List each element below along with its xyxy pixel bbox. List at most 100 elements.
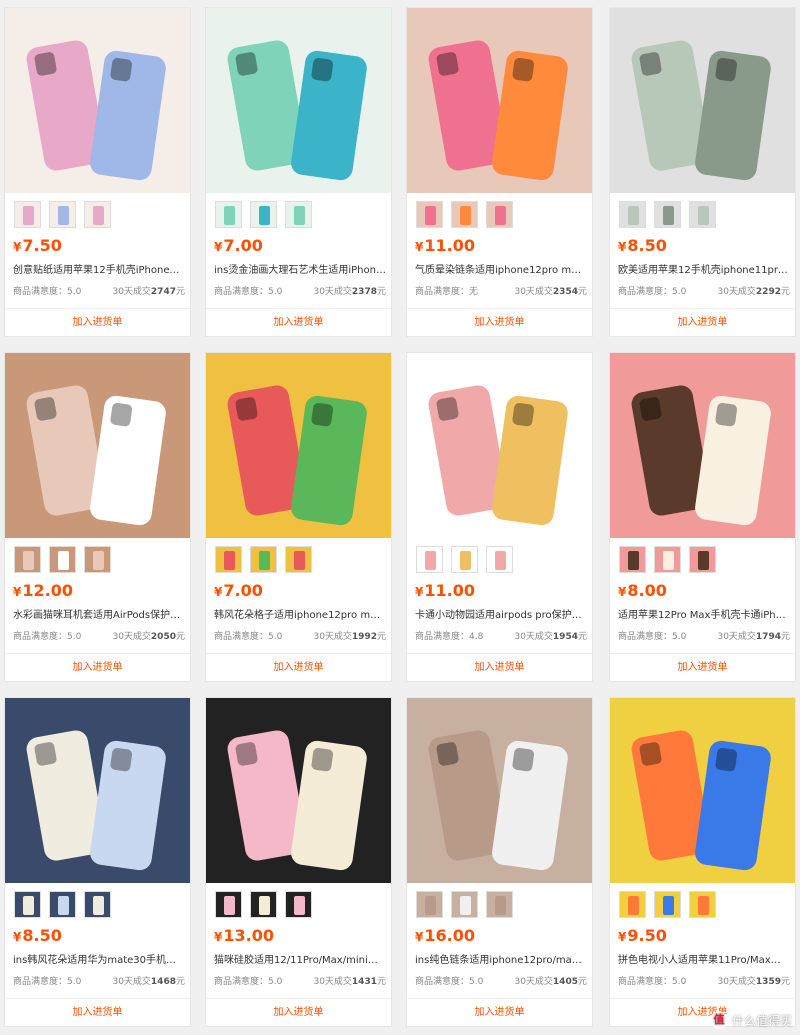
thumbnail[interactable] — [49, 546, 76, 573]
thumbnail[interactable] — [250, 891, 277, 918]
product-title[interactable]: 拼色电视小人适用苹果11Pro/Max手机… — [618, 954, 790, 968]
thumbnail[interactable] — [619, 546, 646, 573]
price-value: 13.00 — [223, 926, 274, 945]
add-to-order-button[interactable]: 加入进货单 — [5, 653, 190, 681]
product-title[interactable]: 创意贴纸适用苹果12手机壳iPhonexs… — [13, 264, 185, 278]
thumbnail[interactable] — [689, 891, 716, 918]
thumbnail[interactable] — [619, 891, 646, 918]
product-title[interactable]: 韩风花朵格子适用iphone12pro max苹… — [214, 609, 386, 623]
add-to-order-button[interactable]: 加入进货单 — [206, 653, 391, 681]
product-title[interactable]: ins纯色链条适用iphone12pro/max苹… — [415, 954, 587, 968]
thumbnail-strip — [416, 201, 513, 229]
product-title[interactable]: 适用苹果12Pro Max手机壳卡通iPhone… — [618, 609, 790, 623]
product-photo[interactable] — [5, 353, 190, 538]
satisfaction-value: 5.0 — [67, 287, 82, 297]
thumbnail[interactable] — [285, 891, 312, 918]
product-title[interactable]: ins烫金油画大理石艺术生适用iPhone1… — [214, 264, 386, 278]
product-card[interactable]: ¥11.00 卡通小动物园适用airpods pro保护套2… 商品满意度：4.8 3… — [406, 352, 593, 682]
add-to-order-button[interactable]: 加入进货单 — [5, 998, 190, 1026]
add-to-order-button[interactable]: 加入进货单 — [610, 308, 795, 336]
sold-unit: 元 — [376, 632, 386, 642]
product-card[interactable]: ¥16.00 ins纯色链条适用iphone12pro/max苹… 商品满意度：5.… — [406, 697, 593, 1027]
thumbnail[interactable] — [14, 201, 41, 228]
product-photo[interactable] — [5, 698, 190, 883]
product-card[interactable]: ¥13.00 猫咪硅胶适用12/11Pro/Max/mini苹果… 商品满意度：5.… — [205, 697, 392, 1027]
watermark: 值 什么值得买 — [709, 1011, 792, 1029]
product-card[interactable]: ¥8.50 欧美适用苹果12手机壳iphone11prom… 商品满意度：5.0 30… — [609, 7, 796, 337]
product-title[interactable]: 卡通小动物园适用airpods pro保护套2… — [415, 609, 587, 623]
price-value: 8.00 — [627, 581, 667, 600]
thumbnail[interactable] — [451, 891, 478, 918]
add-to-order-button[interactable]: 加入进货单 — [610, 653, 795, 681]
product-title[interactable]: 欧美适用苹果12手机壳iphone11prom… — [618, 264, 790, 278]
thumbnail[interactable] — [486, 891, 513, 918]
thumbnail[interactable] — [49, 201, 76, 228]
thumbnail[interactable] — [689, 546, 716, 573]
thumbnail[interactable] — [49, 891, 76, 918]
product-card[interactable]: ¥12.00 水彩画猫咪耳机套适用AirPods保护套… 商品满意度：5.0 30天成… — [4, 352, 191, 682]
thumbnail[interactable] — [654, 546, 681, 573]
thumbnail[interactable] — [451, 201, 478, 228]
product-card[interactable]: ¥7.00 韩风花朵格子适用iphone12pro max苹… 商品满意度：5.0 3… — [205, 352, 392, 682]
product-card[interactable]: ¥8.00 适用苹果12Pro Max手机壳卡通iPhone… 商品满意度：5.0 3… — [609, 352, 796, 682]
thumbnail[interactable] — [654, 201, 681, 228]
thumbnail[interactable] — [285, 201, 312, 228]
currency-symbol: ¥ — [618, 930, 627, 944]
thumbnail[interactable] — [416, 891, 443, 918]
thumbnail[interactable] — [215, 546, 242, 573]
thumbnail[interactable] — [486, 201, 513, 228]
add-to-order-button[interactable]: 加入进货单 — [407, 653, 592, 681]
thumbnail[interactable] — [84, 891, 111, 918]
product-photo[interactable] — [407, 8, 592, 193]
thumbnail[interactable] — [215, 891, 242, 918]
product-card[interactable]: ¥7.50 创意贴纸适用苹果12手机壳iPhonexs… 商品满意度：5.0 30天成… — [4, 7, 191, 337]
product-photo[interactable] — [407, 353, 592, 538]
sold-value: 2378 — [351, 287, 377, 297]
thumbnail[interactable] — [416, 546, 443, 573]
product-price: ¥12.00 — [13, 581, 73, 602]
product-title[interactable]: 气质晕染链条适用iphone12pro max苹… — [415, 264, 587, 278]
thumbnail-strip — [619, 891, 716, 919]
product-title[interactable]: ins韩风花朵适用华为mate30手机壳P4… — [13, 954, 185, 968]
product-photo[interactable] — [610, 8, 795, 193]
product-photo[interactable] — [206, 8, 391, 193]
add-to-order-button[interactable]: 加入进货单 — [206, 308, 391, 336]
product-photo[interactable] — [610, 698, 795, 883]
thumbnail[interactable] — [14, 546, 41, 573]
product-photo[interactable] — [206, 698, 391, 883]
add-to-order-button[interactable]: 加入进货单 — [5, 308, 190, 336]
thumbnail[interactable] — [285, 546, 312, 573]
sold-label: 30天成交 — [514, 287, 553, 297]
product-card[interactable]: ¥8.50 ins韩风花朵适用华为mate30手机壳P4… 商品满意度：5.0 30天… — [4, 697, 191, 1027]
product-photo[interactable] — [5, 8, 190, 193]
currency-symbol: ¥ — [214, 930, 223, 944]
thumbnail[interactable] — [250, 201, 277, 228]
add-to-order-button[interactable]: 加入进货单 — [407, 998, 592, 1026]
product-card[interactable]: ¥9.50 拼色电视小人适用苹果11Pro/Max手机… 商品满意度：5.0 30天成… — [609, 697, 796, 1027]
product-card[interactable]: ¥11.00 气质晕染链条适用iphone12pro max苹… 商品满意度：无 30… — [406, 7, 593, 337]
thumbnail[interactable] — [416, 201, 443, 228]
thumbnail[interactable] — [486, 546, 513, 573]
product-photo[interactable] — [610, 353, 795, 538]
satisfaction-label: 商品满意度： — [415, 287, 470, 297]
thumbnail[interactable] — [619, 201, 646, 228]
add-to-order-button[interactable]: 加入进货单 — [407, 308, 592, 336]
thumbnail[interactable] — [689, 201, 716, 228]
thumbnail[interactable] — [84, 201, 111, 228]
thumbnail[interactable] — [84, 546, 111, 573]
sold-info: 30天成交1468元 — [112, 976, 185, 989]
thumbnail[interactable] — [654, 891, 681, 918]
product-title[interactable]: 猫咪硅胶适用12/11Pro/Max/mini苹果… — [214, 954, 386, 968]
product-photo[interactable] — [206, 353, 391, 538]
product-meta: 商品满意度：5.0 30天成交1431元 — [214, 976, 386, 989]
thumbnail[interactable] — [451, 546, 478, 573]
thumbnail[interactable] — [215, 201, 242, 228]
add-to-order-button[interactable]: 加入进货单 — [206, 998, 391, 1026]
thumbnail[interactable] — [250, 546, 277, 573]
sold-value: 1431 — [351, 977, 377, 987]
satisfaction-label: 商品满意度： — [13, 977, 68, 987]
product-title[interactable]: 水彩画猫咪耳机套适用AirPods保护套… — [13, 609, 185, 623]
product-photo[interactable] — [407, 698, 592, 883]
thumbnail[interactable] — [14, 891, 41, 918]
product-card[interactable]: ¥7.00 ins烫金油画大理石艺术生适用iPhone1… 商品满意度：5.0 30天… — [205, 7, 392, 337]
